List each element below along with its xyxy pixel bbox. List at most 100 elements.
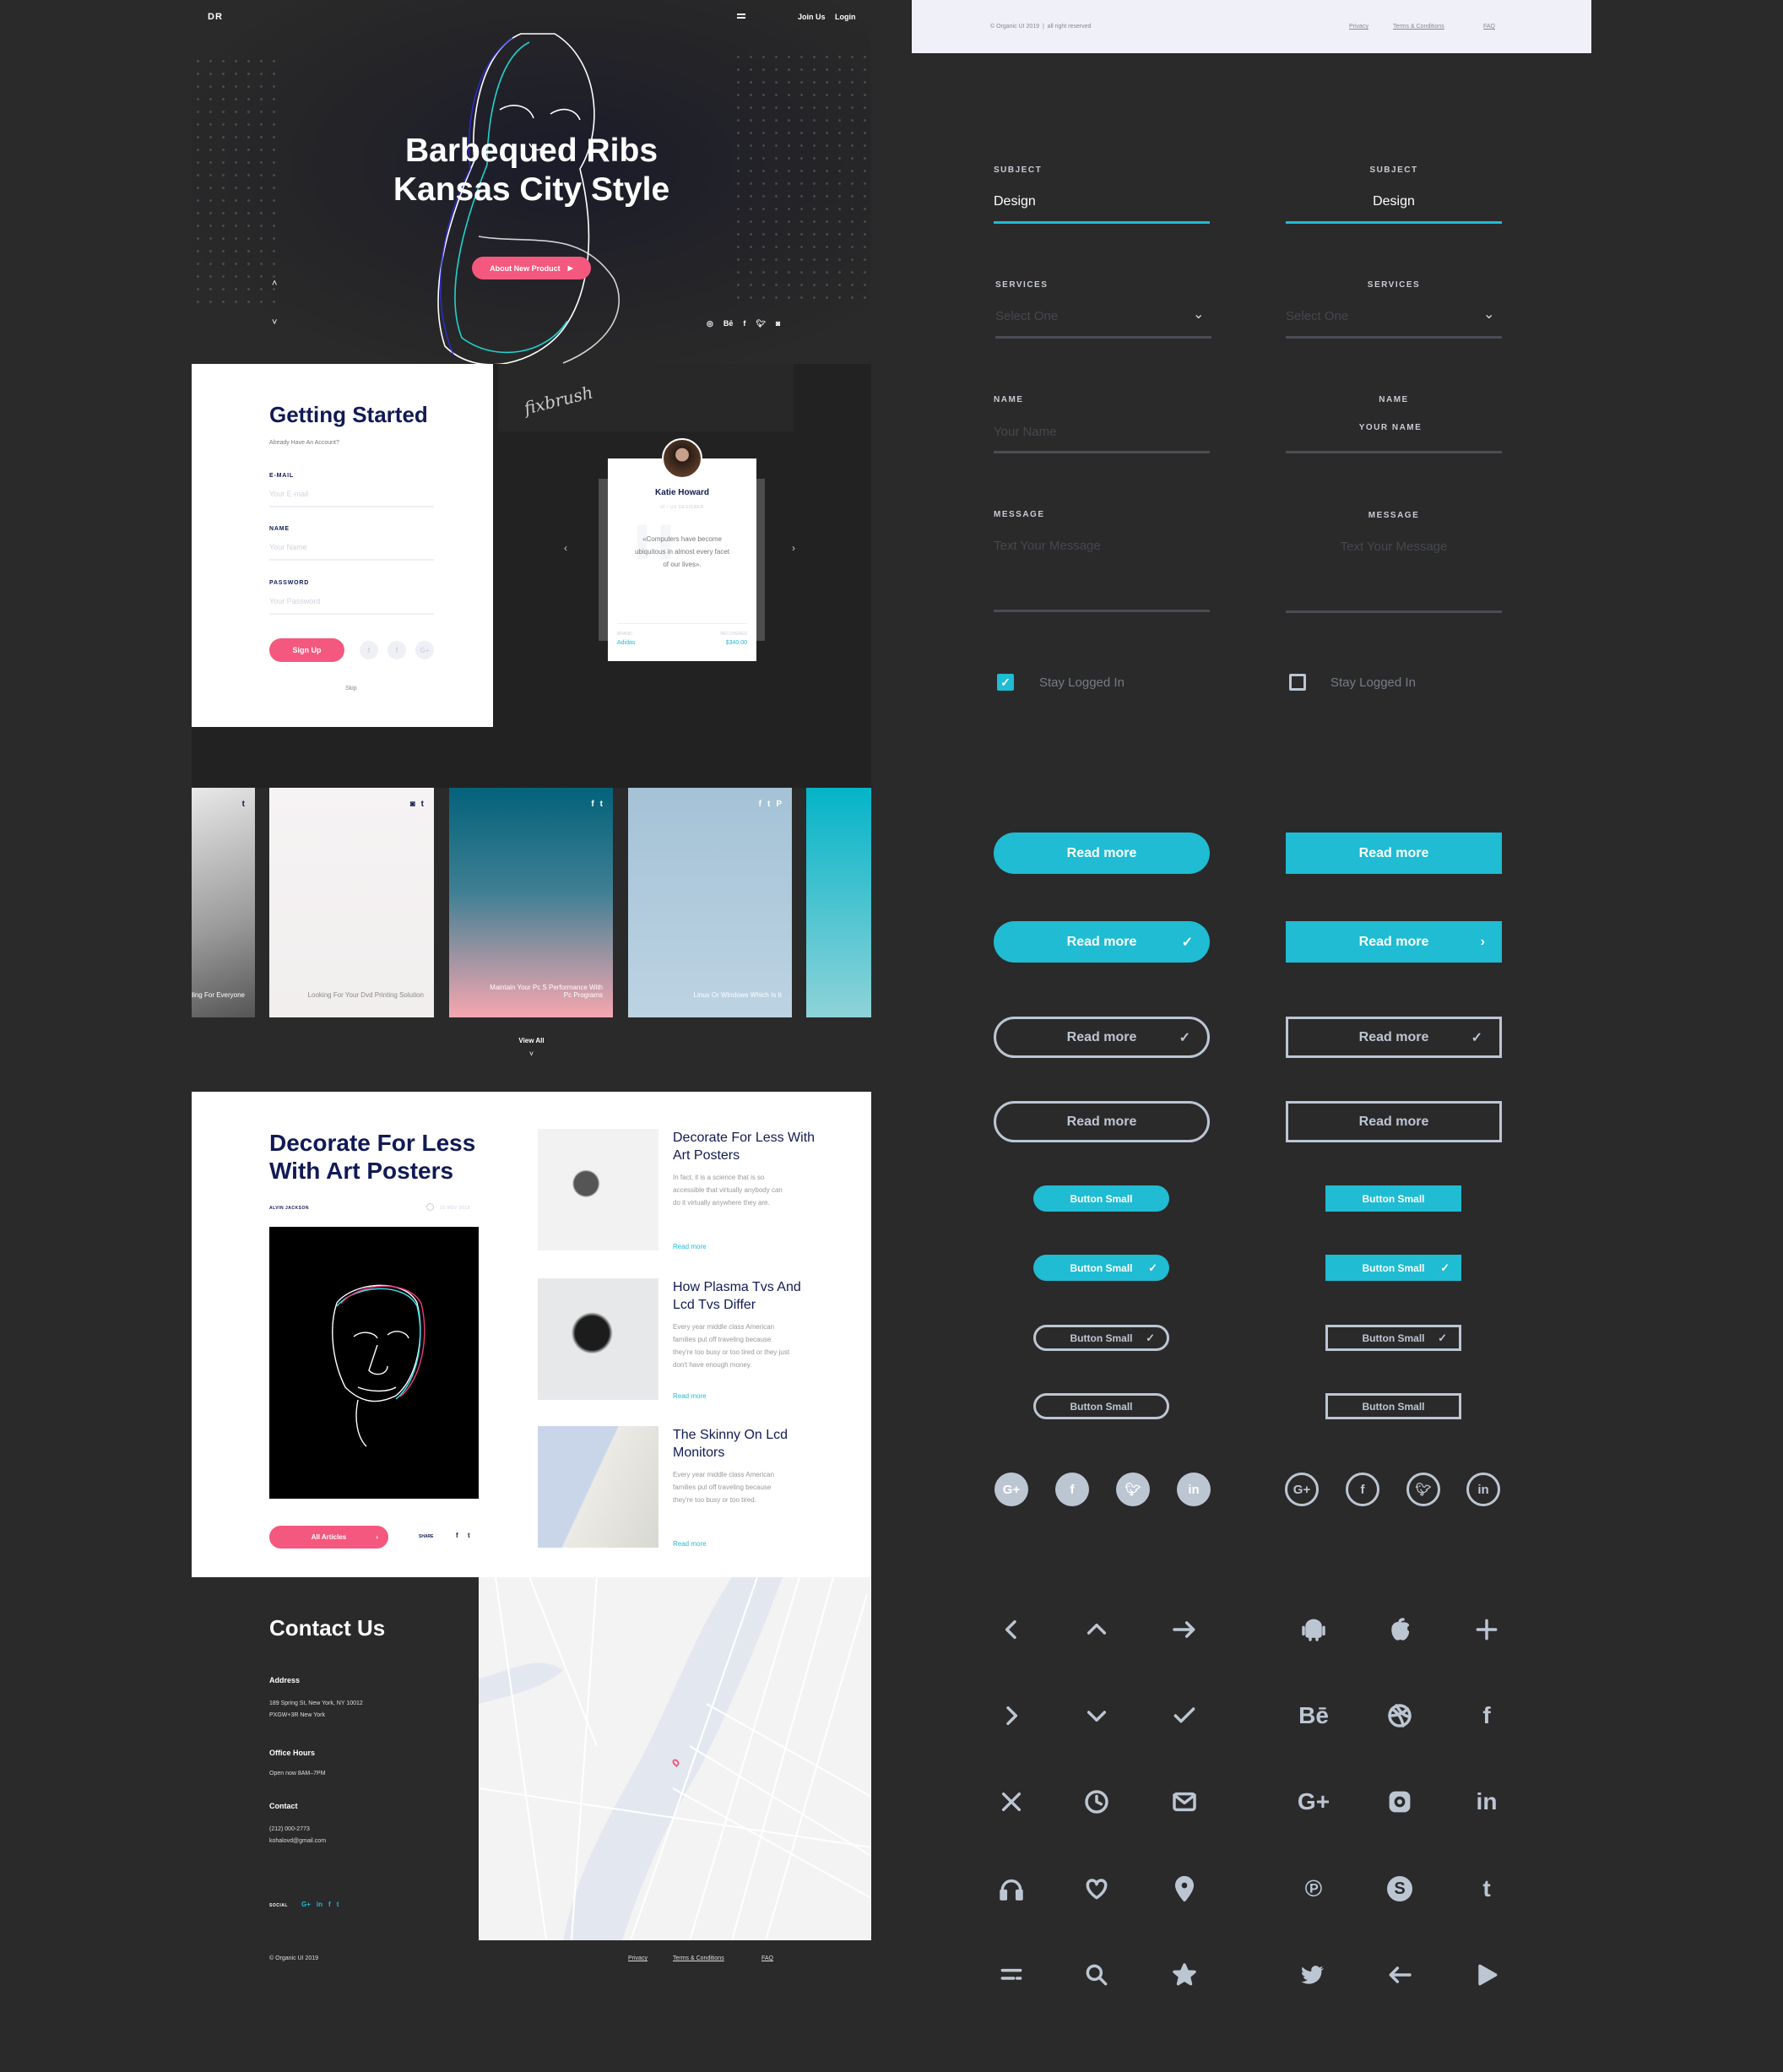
facebook-icon[interactable]: f (1346, 1473, 1379, 1506)
skype-icon[interactable]: S (1383, 1872, 1417, 1906)
read-more-button[interactable]: Read more (994, 1101, 1210, 1142)
small-button[interactable]: Button Small (1033, 1393, 1169, 1419)
twitter-icon[interactable]: t (468, 1532, 470, 1539)
footer-link-terms[interactable]: Terms & Conditions (673, 1955, 724, 1961)
chevron-left-icon[interactable]: ‹ (564, 542, 567, 554)
read-more-button[interactable]: Read more ✓ (994, 921, 1210, 963)
footer-link-privacy[interactable]: Privacy (628, 1955, 648, 1961)
tumblr-icon[interactable]: t (1470, 1872, 1504, 1906)
facebook-icon[interactable]: f (387, 641, 406, 659)
linkedin-icon[interactable]: in (317, 1901, 322, 1908)
skip-link[interactable]: Skip (345, 686, 357, 692)
gallery-card[interactable]: f t P Linux Or Windows Which Is It (628, 788, 792, 1017)
twitter-icon[interactable]: 🐦︎ (756, 319, 765, 328)
twitter-icon[interactable]: t (337, 1901, 339, 1908)
email-field[interactable]: Your E-mail (269, 490, 308, 498)
read-more-button[interactable]: Read more ✓ (1286, 1017, 1502, 1058)
small-button[interactable]: Button Small ✓ (1325, 1255, 1461, 1281)
facebook-icon[interactable]: f (591, 800, 593, 809)
arrow-right-icon[interactable] (1168, 1613, 1201, 1646)
clock-icon[interactable] (1080, 1785, 1114, 1819)
map[interactable] (479, 1577, 871, 1940)
chevron-down-icon[interactable]: ⌄ (1193, 306, 1204, 323)
instagram-icon[interactable]: ◙ (776, 319, 780, 328)
chevron-down-icon[interactable] (1080, 1699, 1114, 1733)
small-button[interactable]: Button Small (1325, 1393, 1461, 1419)
kit-link-faq[interactable]: FAQ (1483, 24, 1495, 30)
post-thumbnail[interactable] (538, 1426, 658, 1548)
chevron-left-icon[interactable] (994, 1613, 1028, 1646)
star-icon[interactable] (1168, 1958, 1201, 1992)
headphones-icon[interactable] (994, 1872, 1028, 1906)
twitter-icon[interactable]: t (421, 800, 424, 809)
behance-icon[interactable]: Bē (1297, 1699, 1330, 1733)
services-select[interactable]: Select One (995, 309, 1058, 323)
chevron-up-icon[interactable] (1080, 1613, 1114, 1646)
facebook-icon[interactable]: f (456, 1532, 458, 1539)
gallery-card[interactable]: ◙ t Looking For Your Dvd Printing Solution (269, 788, 434, 1017)
menu-icon[interactable] (737, 14, 745, 19)
dribbble-icon[interactable] (1383, 1699, 1417, 1733)
menu-icon[interactable] (994, 1958, 1028, 1992)
small-button[interactable]: Button Small ✓ (1325, 1325, 1461, 1351)
read-more-link[interactable]: Read more (673, 1243, 707, 1250)
plus-icon[interactable] (1470, 1613, 1504, 1646)
sign-up-button[interactable]: Sign Up (269, 638, 344, 662)
post-title[interactable]: Decorate For Less With Art Posters (673, 1129, 825, 1164)
name-field[interactable]: Your Name (269, 543, 307, 551)
google-plus-icon[interactable]: G+ (1297, 1785, 1330, 1819)
google-plus-icon[interactable]: G+ (415, 641, 434, 659)
check-icon[interactable] (1168, 1699, 1201, 1733)
behance-icon[interactable]: Bē (723, 319, 734, 328)
kit-link-privacy[interactable]: Privacy (1349, 24, 1368, 30)
gallery-card[interactable] (806, 788, 871, 1017)
search-icon[interactable] (1080, 1958, 1114, 1992)
read-more-button[interactable]: Read more ✓ (994, 1017, 1210, 1058)
view-all-link[interactable]: View All (192, 1037, 871, 1044)
post-title[interactable]: How Plasma Tvs And Lcd Tvs Differ (673, 1278, 825, 1314)
gallery-card[interactable]: f t Maintain Your Pc S Performance With Pc… (449, 788, 613, 1017)
nav-login[interactable]: Login (835, 13, 856, 21)
linkedin-icon[interactable]: in (1466, 1473, 1500, 1506)
stay-logged-checkbox-checked[interactable]: ✓ (997, 674, 1014, 691)
subject-input[interactable]: Design (994, 194, 1036, 209)
post-thumbnail[interactable] (538, 1278, 658, 1400)
twitter-icon[interactable]: 🐦︎ (1116, 1473, 1150, 1506)
instagram-icon[interactable]: ◙ (410, 800, 415, 809)
arrow-left-icon[interactable] (1383, 1958, 1417, 1992)
facebook-icon[interactable]: f (1055, 1473, 1089, 1506)
about-product-button[interactable]: About New Product ▶ (472, 257, 591, 279)
twitter-icon[interactable]: t (767, 800, 770, 809)
name-input-centered[interactable]: YOUR NAME (1282, 423, 1498, 432)
footer-link-faq[interactable]: FAQ (761, 1955, 773, 1961)
tumblr-icon[interactable]: t (360, 641, 378, 659)
stay-logged-checkbox-unchecked[interactable] (1289, 674, 1306, 691)
chevron-up-icon[interactable]: ˄ (272, 279, 277, 289)
apple-icon[interactable] (1383, 1613, 1417, 1646)
read-more-button[interactable]: Read more (994, 833, 1210, 874)
facebook-icon[interactable]: f (1470, 1699, 1504, 1733)
read-more-button[interactable]: Read more (1286, 1101, 1502, 1142)
message-textarea[interactable]: Text Your Message (994, 539, 1101, 553)
google-plus-icon[interactable]: G+ (1285, 1473, 1319, 1506)
read-more-button[interactable]: Read more › (1286, 921, 1502, 963)
pinterest-icon[interactable]: ℗ (1297, 1872, 1330, 1906)
small-button[interactable]: Button Small (1325, 1185, 1461, 1212)
chevron-right-icon[interactable] (994, 1699, 1028, 1733)
message-textarea-centered[interactable]: Text Your Message (1286, 540, 1502, 554)
phone-link[interactable]: (212) 000-2773 (269, 1824, 326, 1836)
heart-icon[interactable] (1080, 1872, 1114, 1906)
gallery-card[interactable]: t e Audio Recording For Everyone (192, 788, 255, 1017)
nav-join-us[interactable]: Join Us (798, 13, 826, 21)
facebook-icon[interactable]: f (328, 1901, 331, 1908)
facebook-icon[interactable]: f (759, 800, 761, 809)
logo[interactable]: DR (208, 12, 223, 22)
chevron-down-icon[interactable]: ˅ (272, 317, 277, 328)
google-plus-icon[interactable]: G+ (994, 1473, 1028, 1506)
twitter-icon[interactable]: 🐦︎ (1406, 1473, 1440, 1506)
google-plus-icon[interactable]: G+ (301, 1901, 311, 1908)
subject-input-centered[interactable]: Design (1286, 194, 1502, 209)
password-field[interactable]: Your Password (269, 597, 320, 605)
pinterest-icon[interactable]: P (776, 800, 782, 809)
map-pin-icon[interactable] (1168, 1872, 1201, 1906)
